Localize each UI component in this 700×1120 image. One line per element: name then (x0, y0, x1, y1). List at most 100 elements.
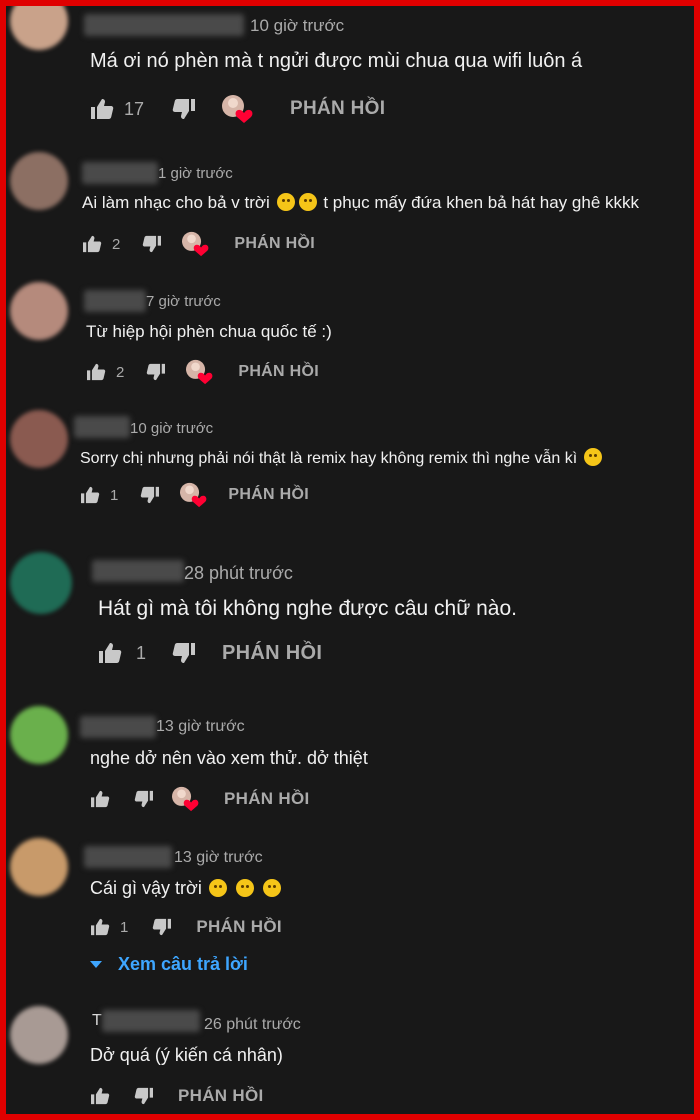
author-name-blurred[interactable] (74, 416, 130, 438)
thumbs-up-icon (87, 363, 106, 381)
like-button[interactable] (82, 235, 102, 253)
comment-timestamp[interactable]: 13 giờ trước (174, 849, 263, 867)
comment-actions: 17 PHÁN HỒI (90, 94, 385, 124)
like-button[interactable] (90, 790, 110, 808)
author-name-blurred[interactable] (84, 14, 244, 36)
comment-text-part: Sorry chị nhưng phải nói thật là remix h… (80, 450, 578, 467)
comment-text: Má ơi nó phèn mà t ngửi được mùi chua qu… (90, 50, 583, 72)
creator-heart-icon (182, 231, 209, 257)
thumbs-down-icon (143, 235, 162, 253)
comments-panel: 10 giờ trước Má ơi nó phèn mà t ngửi đượ… (6, 6, 694, 1114)
thumbs-up-icon (91, 1087, 110, 1105)
comment-timestamp[interactable]: 1 giờ trước (158, 165, 233, 182)
thumbs-down-icon (172, 99, 196, 119)
avatar[interactable] (10, 282, 68, 340)
like-count: 1 (110, 486, 119, 504)
thumbs-up-icon (99, 643, 122, 663)
creator-heart-icon (172, 786, 199, 812)
reply-button[interactable]: PHÁN HỒI (228, 486, 309, 504)
avatar[interactable] (10, 1006, 68, 1064)
view-replies-button[interactable]: Xem câu trả lời (90, 954, 248, 975)
avatar[interactable] (10, 552, 72, 614)
dislike-button[interactable] (146, 363, 166, 381)
dislike-button[interactable] (142, 235, 162, 253)
avatar[interactable] (10, 152, 68, 210)
comment-text: Ai làm nhạc cho bả v trời t phục mấy đứa… (82, 193, 639, 213)
comment-actions: 1 PHÁN HỒI (98, 638, 322, 668)
laughing-emoji-icon (276, 193, 295, 211)
comment-timestamp[interactable]: 10 giờ trước (130, 420, 213, 437)
author-name-blurred[interactable] (80, 716, 156, 738)
comment-actions: PHÁN HỒI (90, 1081, 264, 1111)
avatar[interactable] (10, 410, 68, 468)
avatar[interactable] (10, 6, 68, 50)
comment-text: Sorry chị nhưng phải nói thật là remix h… (80, 448, 604, 468)
comment-timestamp[interactable]: 13 giờ trước (156, 718, 245, 736)
author-name-blurred[interactable] (82, 162, 158, 184)
creator-heart (184, 359, 214, 385)
creator-heart-icon (186, 359, 213, 385)
like-count: 2 (116, 363, 125, 381)
like-button[interactable] (90, 918, 110, 936)
comment-text: Hát gì mà tôi không nghe được câu chữ nà… (98, 597, 517, 620)
reply-button[interactable]: PHÁN HỒI (234, 235, 315, 253)
dislike-button[interactable] (134, 1087, 154, 1105)
laughing-emoji-icon (298, 193, 317, 211)
author-name-blurred[interactable] (102, 1010, 200, 1032)
reply-button[interactable]: PHÁN HỒI (290, 98, 385, 120)
comment-text: Dở quá (ý kiến cá nhân) (90, 1045, 283, 1065)
author-initial: T (92, 1012, 102, 1029)
like-count: 2 (112, 235, 121, 253)
thumbs-up-icon (91, 99, 114, 119)
reply-button[interactable]: PHÁN HỒI (224, 789, 310, 809)
comment-actions: 2 PHÁN HỒI (86, 357, 319, 387)
like-button[interactable] (90, 1087, 110, 1105)
thumbs-down-icon (134, 790, 153, 808)
like-button[interactable] (90, 98, 114, 120)
thumbs-down-icon (134, 1087, 153, 1105)
thumbs-down-icon (172, 643, 196, 663)
comment-text-part: Cái gì vậy trời (90, 878, 202, 898)
avatar[interactable] (10, 706, 68, 764)
dislike-button[interactable] (172, 98, 196, 120)
avatar[interactable] (10, 838, 68, 896)
comment-text-part: Ai làm nhạc cho bả v trời (82, 193, 270, 212)
like-count: 1 (136, 642, 147, 663)
creator-heart (220, 94, 254, 124)
like-count: 17 (124, 98, 145, 119)
reply-button[interactable]: PHÁN HỒI (178, 1086, 264, 1106)
dislike-button[interactable] (134, 790, 154, 808)
creator-heart (180, 231, 210, 257)
comment-actions: 1 PHÁN HỒI (90, 912, 282, 942)
reply-button[interactable]: PHÁN HỒI (196, 917, 282, 937)
thumbs-up-icon (83, 235, 102, 253)
reply-button[interactable]: PHÁN HỒI (222, 642, 322, 665)
comment-text: nghe dở nên vào xem thử. dở thiệt (90, 748, 368, 768)
author-name-blurred[interactable] (92, 560, 184, 582)
comment-actions: 2 PHÁN HỒI (82, 229, 315, 259)
thumbs-up-icon (91, 918, 110, 936)
reply-button[interactable]: PHÁN HỒI (238, 363, 319, 381)
creator-heart (170, 786, 200, 812)
like-button[interactable] (98, 642, 122, 664)
author-name-blurred[interactable] (84, 290, 146, 312)
author-name-blurred[interactable] (84, 846, 172, 868)
comment-timestamp[interactable]: 26 phút trước (204, 1016, 301, 1034)
comment-timestamp[interactable]: 28 phút trước (184, 563, 293, 584)
comment-timestamp[interactable]: 10 giờ trước (250, 16, 344, 36)
sad-emoji-icon (583, 448, 602, 466)
thumbs-down-icon (153, 918, 172, 936)
dislike-button[interactable] (152, 918, 172, 936)
comment-actions: 1 PHÁN HỒI (80, 480, 309, 510)
like-button[interactable] (86, 363, 106, 381)
creator-heart (178, 482, 208, 508)
comment-text: Từ hiệp hội phèn chua quốc tế :) (86, 322, 332, 341)
view-replies-label: Xem câu trả lời (118, 954, 248, 974)
thumbs-up-icon (81, 486, 100, 504)
creator-heart-icon (180, 482, 207, 508)
comment-timestamp[interactable]: 7 giờ trước (146, 293, 221, 310)
weary-emoji-icon (262, 879, 281, 897)
like-button[interactable] (80, 486, 100, 504)
dislike-button[interactable] (140, 486, 160, 504)
dislike-button[interactable] (172, 642, 196, 664)
